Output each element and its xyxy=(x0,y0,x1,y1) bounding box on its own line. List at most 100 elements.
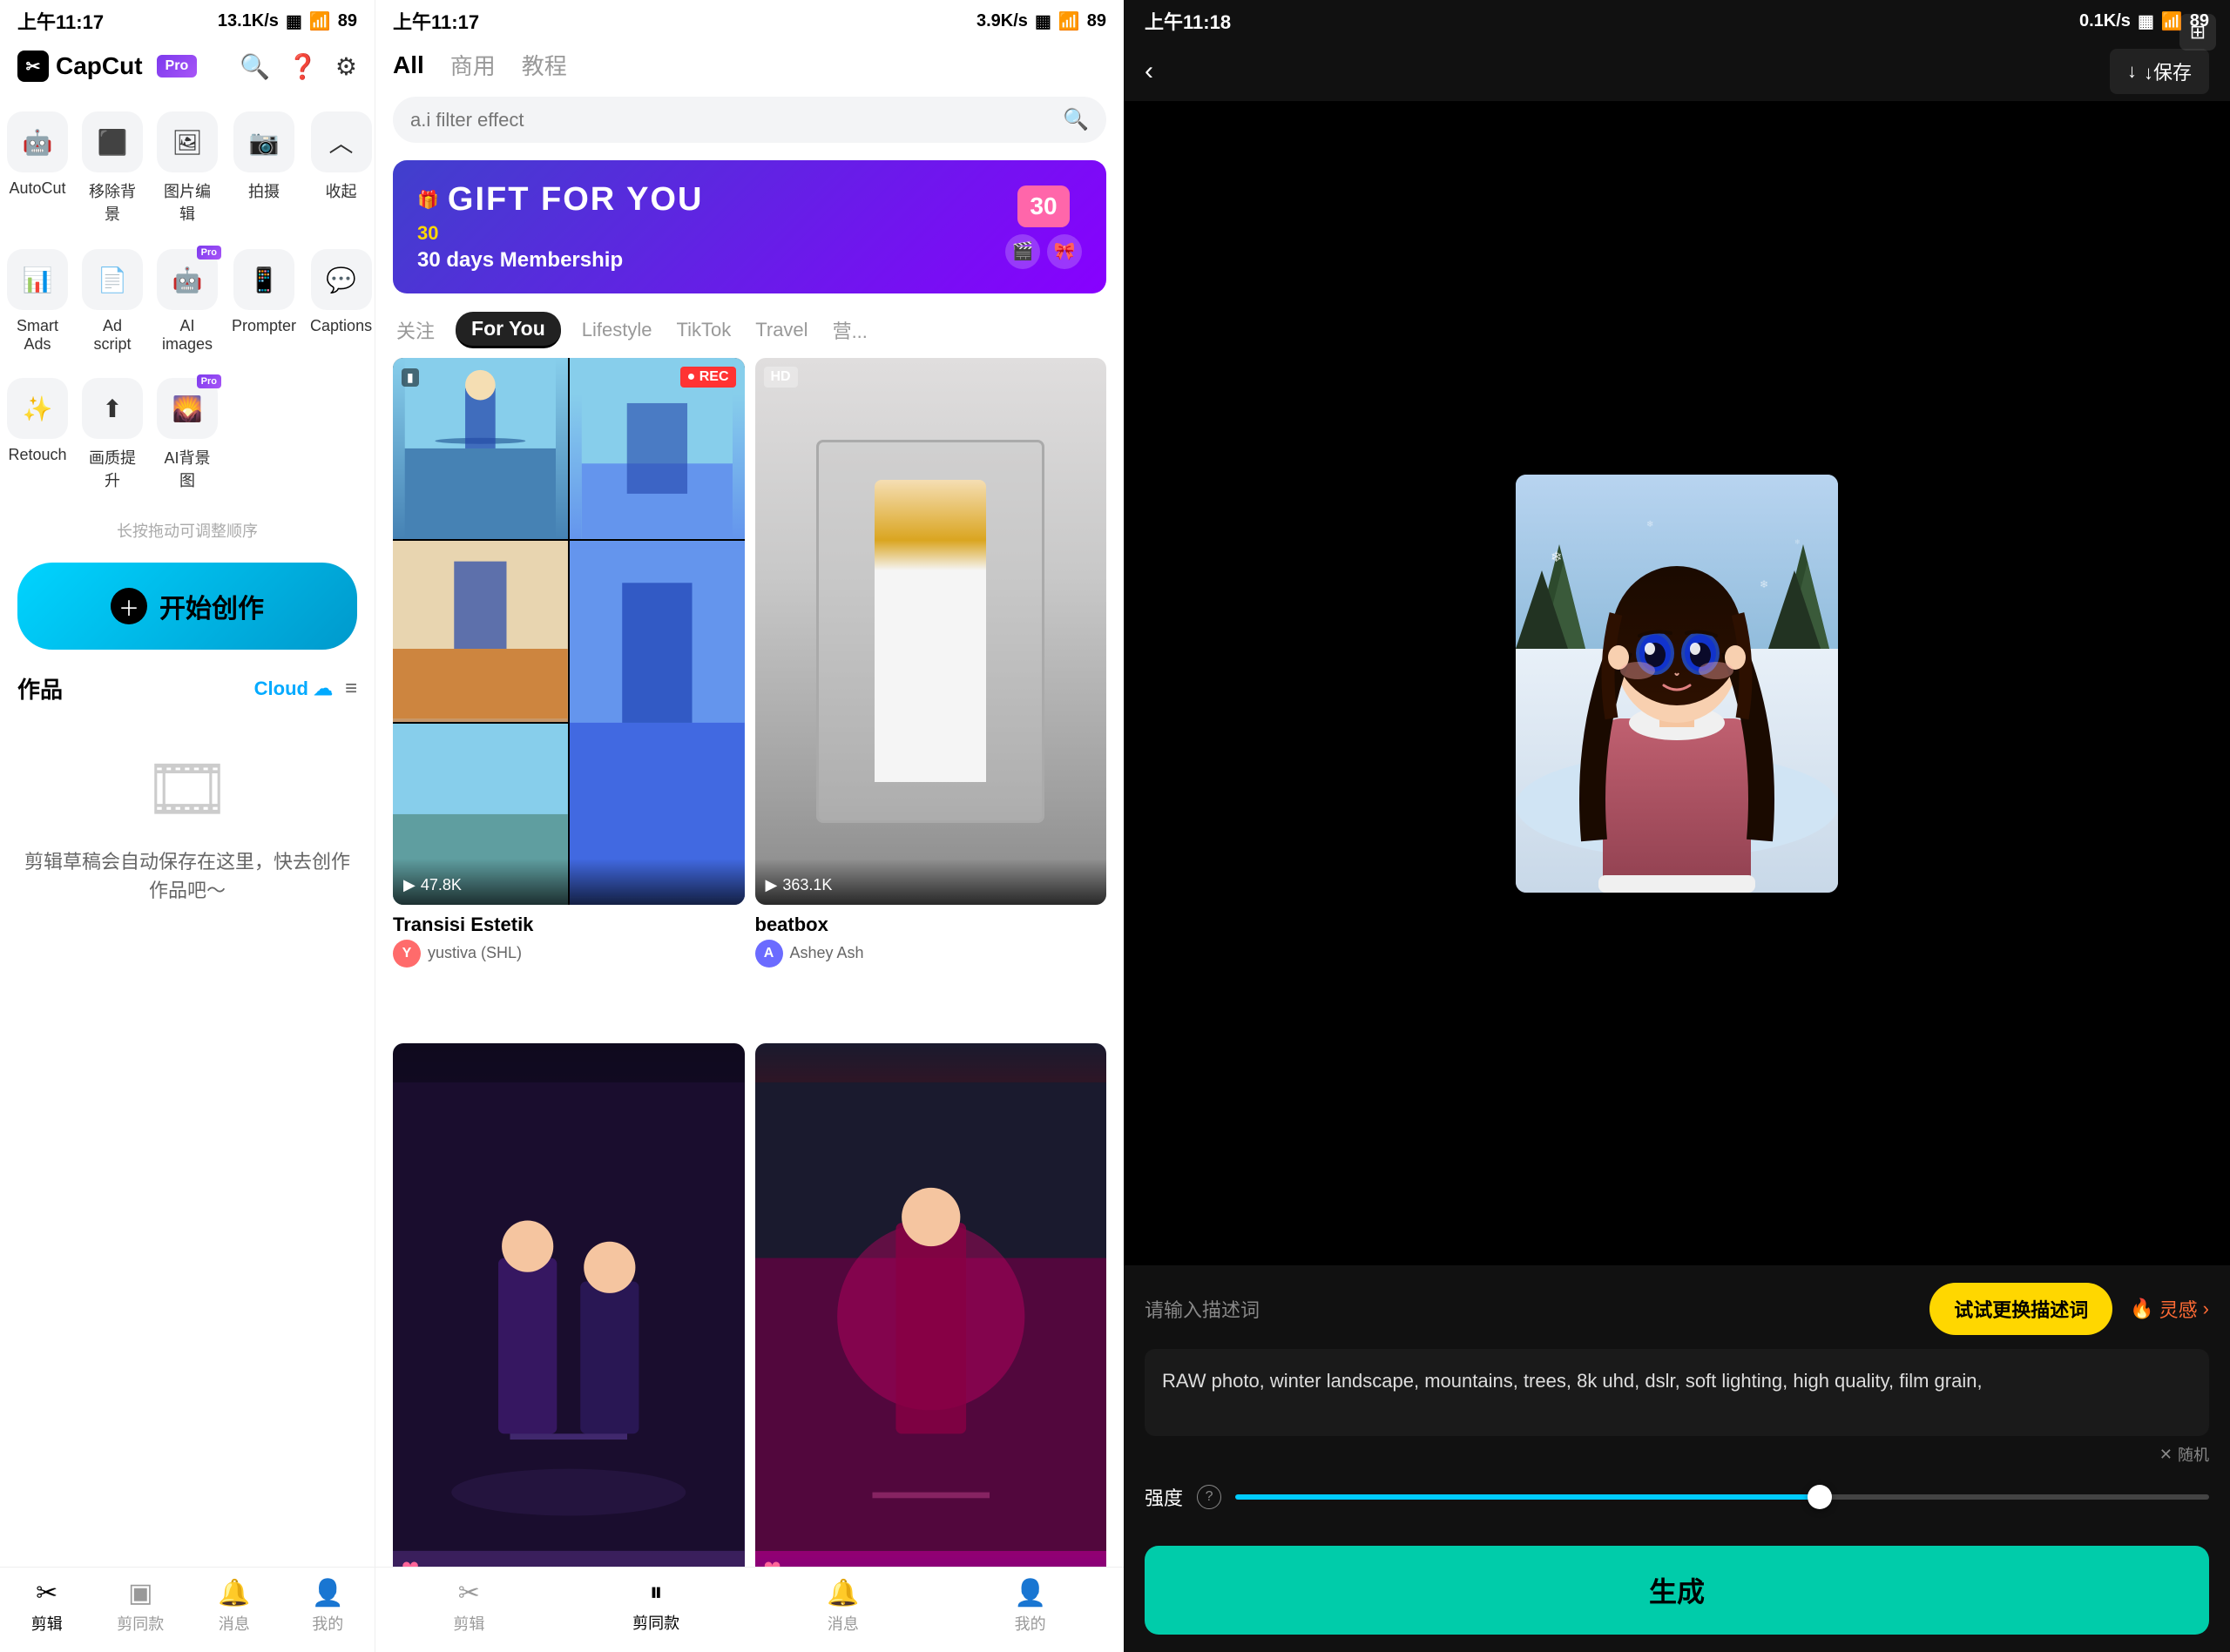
autocut-icon-box: 🤖 xyxy=(7,111,68,172)
time-2: 上午11:17 xyxy=(393,7,479,35)
intensity-slider[interactable] xyxy=(1235,1494,2209,1500)
search-icon[interactable]: 🔍 xyxy=(240,52,270,81)
collapse-icon-box: ︿ xyxy=(311,111,372,172)
p2-search-bar[interactable]: 🔍 xyxy=(393,97,1106,143)
tool-shoot[interactable]: 📷 拍摄 xyxy=(225,99,303,237)
back-button[interactable]: ‹ xyxy=(1145,57,1153,86)
inspiration-button[interactable]: 🔥 灵感 › xyxy=(2130,1295,2209,1323)
adscript-icon: 📄 xyxy=(98,266,128,294)
cloud-icon: ☁ xyxy=(314,678,333,700)
video-card-1[interactable]: ▮ ● REC ▶ 47.8K Transisi Estetik Y yusti… xyxy=(393,358,745,1033)
random-label: 随机 xyxy=(2178,1443,2209,1466)
search-input[interactable] xyxy=(410,109,1054,131)
captions-label: Captions xyxy=(310,317,372,335)
smartads-label: Smart Ads xyxy=(7,317,68,354)
collage-cell-4 xyxy=(570,541,745,905)
tool-captions[interactable]: 💬 Captions xyxy=(303,237,379,366)
intensity-help-icon[interactable]: ? xyxy=(1197,1485,1221,1509)
banner-title: GIFT FOR YOU xyxy=(448,181,704,219)
nav-msg[interactable]: 🔔 消息 xyxy=(187,1578,281,1635)
cat-tiktok[interactable]: TikTok xyxy=(673,314,735,347)
p2-nav-profile-label: 我的 xyxy=(1015,1612,1046,1635)
save-label: ↓保存 xyxy=(2144,57,2192,85)
tab-all[interactable]: All xyxy=(393,51,424,79)
cat-travel[interactable]: Travel xyxy=(752,314,811,347)
tool-prompter[interactable]: 📱 Prompter xyxy=(225,237,303,366)
signal-icon-3: ▦ xyxy=(2138,10,2154,32)
tool-enhance[interactable]: ⬆ 画质提升 xyxy=(75,366,150,503)
nav-template[interactable]: ▣ 剪同款 xyxy=(94,1578,188,1635)
cat-foryou[interactable]: For You xyxy=(456,312,561,348)
tool-imgedit[interactable]: 🖼 图片编辑 xyxy=(150,99,225,237)
settings-icon[interactable]: ⚙ xyxy=(335,52,357,81)
removebg-icon-box: ⬛ xyxy=(82,111,143,172)
tool-adscript[interactable]: 📄 Ad script xyxy=(75,237,150,366)
save-button[interactable]: ↓ ↓保存 xyxy=(2110,49,2209,94)
tab-tutorial[interactable]: 教程 xyxy=(522,49,567,81)
p2-search-icon: 🔍 xyxy=(1063,107,1089,132)
nav-edit[interactable]: ✂ 剪辑 xyxy=(0,1578,94,1635)
create-button[interactable]: ＋ 开始创作 xyxy=(17,563,357,650)
video-card-4[interactable]: ❤ xyxy=(755,1043,1107,1652)
cat-lifestyle[interactable]: Lifestyle xyxy=(578,314,656,347)
p2-nav-template[interactable]: ⏸ 剪同款 xyxy=(563,1578,750,1635)
p2-tabs: All 商用 教程 xyxy=(375,42,1124,88)
v2-author: A Ashey Ash xyxy=(755,940,1107,968)
cat-more[interactable]: 营... xyxy=(829,311,871,349)
imgedit-icon: 🖼 xyxy=(172,128,203,157)
works-section: 作品 Cloud ☁ ≡ xyxy=(0,664,375,713)
autocut-label: AutoCut xyxy=(9,179,65,198)
tool-collapse[interactable]: ︿ 收起 xyxy=(303,99,379,237)
tool-removebg[interactable]: ⬛ 移除背景 xyxy=(75,99,150,237)
v1-overlay-bottom: ▶ 47.8K xyxy=(393,859,745,905)
tool-aiimages[interactable]: 🤖 Pro AI images xyxy=(150,237,225,366)
tab-commercial[interactable]: 商用 xyxy=(450,49,496,81)
banner-membership: 30 days Membership xyxy=(417,248,703,273)
video-card-3[interactable]: ❤ xyxy=(393,1043,745,1652)
promo-banner[interactable]: 🎁 GIFT FOR YOU 30 30 days Membership 30 … xyxy=(393,160,1106,293)
question-icon[interactable]: ❓ xyxy=(287,52,318,81)
prompt-text: RAW photo, winter landscape, mountains, … xyxy=(1162,1370,1983,1392)
tool-smartads[interactable]: 📊 Smart Ads xyxy=(0,237,75,366)
prompt-text-area[interactable]: RAW photo, winter landscape, mountains, … xyxy=(1145,1349,2209,1436)
create-btn-label: 开始创作 xyxy=(159,587,264,625)
v2-overlay-top: HD xyxy=(764,367,1098,388)
create-plus-icon: ＋ xyxy=(111,588,147,624)
cloud-btn[interactable]: Cloud ☁ xyxy=(254,678,333,700)
try-replace-button[interactable]: 试试更换描述词 xyxy=(1929,1283,2112,1335)
p2-nav-edit[interactable]: ✂ 剪辑 xyxy=(375,1578,563,1635)
tool-retouch[interactable]: ✨ Retouch xyxy=(0,366,75,503)
wifi-icon-1: 📶 xyxy=(309,10,331,32)
p3-header: ‹ ↓ ↓保存 xyxy=(1124,42,2230,101)
tool-autocut[interactable]: 🤖 AutoCut xyxy=(0,99,75,237)
tools-grid: 🤖 AutoCut ⬛ 移除背景 🖼 图片编辑 📷 拍摄 ︿ 收 xyxy=(0,91,375,512)
video-thumb-3: ❤ xyxy=(393,1043,745,1590)
tool-aibg[interactable]: 🌄 Pro AI背景图 xyxy=(150,366,225,503)
retouch-label: Retouch xyxy=(8,446,66,464)
couple-scene xyxy=(393,1043,745,1590)
rec-badge: ● REC xyxy=(680,367,736,388)
sort-icon[interactable]: ≡ xyxy=(345,677,357,701)
bottom-nav-1: ✂ 剪辑 ▣ 剪同款 🔔 消息 👤 我的 xyxy=(0,1567,375,1652)
intensity-thumb[interactable] xyxy=(1808,1485,1832,1509)
shoot-icon: 📷 xyxy=(249,128,280,157)
anime-image: ❄ ❄ ❄ ❄ xyxy=(1516,475,1838,893)
generate-button[interactable]: 生成 xyxy=(1145,1546,2209,1635)
p2-nav-msg[interactable]: 🔔 消息 xyxy=(750,1578,937,1635)
inspiration-label: 灵感 xyxy=(2159,1295,2198,1323)
cat-follow[interactable]: 关注 xyxy=(393,311,438,349)
p2-nav-profile[interactable]: 👤 我的 xyxy=(936,1578,1124,1635)
smartads-icon-box: 📊 xyxy=(7,249,68,310)
panel-editor: 上午11:18 0.1K/s ▦ 📶 89 ‹ ↓ ↓保存 xyxy=(1124,0,2230,1652)
video-card-2[interactable]: HD ▶ 363.1K beatbox A Ashey Ash xyxy=(755,358,1107,1033)
nav-profile[interactable]: 👤 我的 xyxy=(281,1578,375,1635)
random-button[interactable]: ✕ 随机 xyxy=(1145,1443,2209,1466)
works-title: 作品 xyxy=(17,672,63,705)
prompt-actions: 试试更换描述词 🔥 灵感 › xyxy=(1929,1283,2209,1335)
banner-text: 🎁 GIFT FOR YOU 30 30 days Membership xyxy=(417,181,703,273)
layout-toggle-button[interactable]: ⊞ xyxy=(2179,14,2216,51)
status-bar-1: 上午11:17 13.1K/s ▦ 📶 89 xyxy=(0,0,375,42)
header-icons: 🔍 ❓ ⚙ xyxy=(240,52,357,81)
status-bar-3: 上午11:18 0.1K/s ▦ 📶 89 xyxy=(1124,0,2230,42)
p2-nav-edit-label: 剪辑 xyxy=(453,1612,484,1635)
